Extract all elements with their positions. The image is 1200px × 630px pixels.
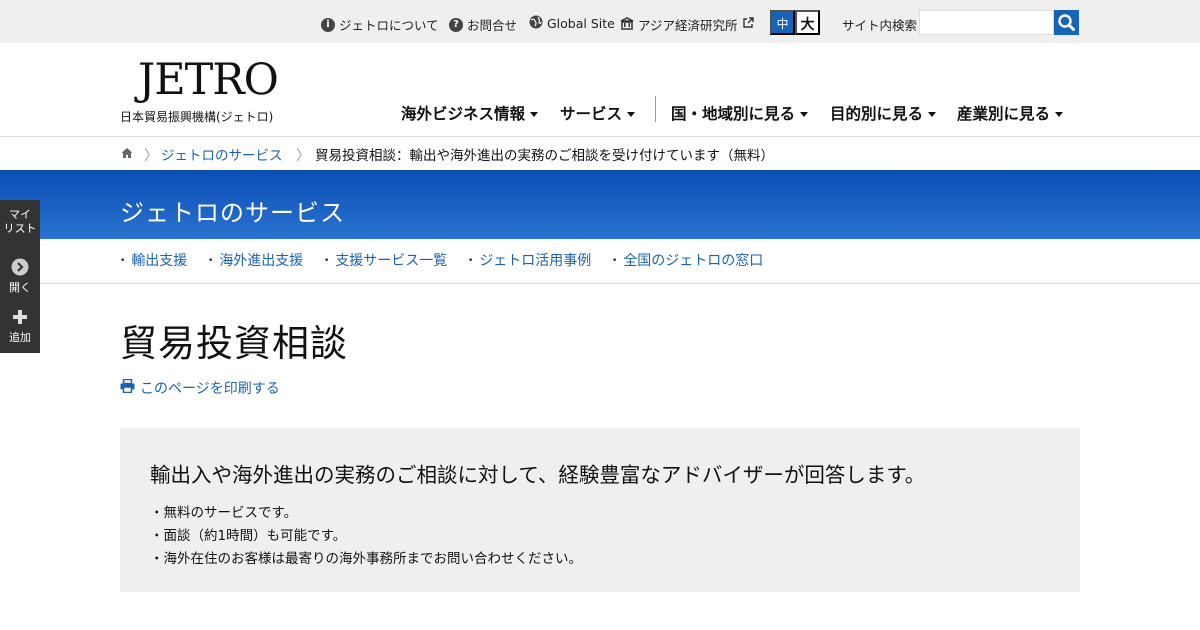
subnav-overseas-expansion[interactable]: 海外進出支援 [208,250,303,270]
building-icon [620,16,634,33]
caret-down-icon [530,112,539,117]
utility-bar: i ジェトロについて ? お問合せ Global Site アジア経済研究所 中… [0,0,1200,43]
nav-label: 国・地域別に見る [671,105,796,123]
search-icon [1054,14,1079,38]
caret-down-icon [800,112,809,117]
about-label: ジェトロについて [339,18,439,33]
ide-link[interactable]: アジア経済研究所 [620,15,754,34]
breadcrumb: 〉 ジェトロのサービス 〉 貿易投資相談：輸出や海外進出の実務のご相談を受け付け… [0,137,1200,170]
section-banner: ジェトロのサービス [0,170,1200,239]
question-icon: ? [449,17,463,32]
banner-title: ジェトロのサービス [120,199,345,227]
globe-icon [529,15,543,32]
subnav-offices[interactable]: 全国のジェトロの窓口 [612,250,763,270]
breadcrumb-services-link[interactable]: ジェトロのサービス [161,144,283,164]
chevron-right-icon: 〉 [296,148,310,164]
printer-icon [120,378,135,397]
global-site-label: Global Site [547,16,615,31]
jetro-logo[interactable]: JETRO [138,59,279,102]
nav-by-country[interactable]: 国・地域別に見る [671,102,809,124]
site-header: JETRO 日本貿易振興機構(ジェトロ) 海外ビジネス情報 サービス 国・地域別… [0,43,1200,137]
nav-label: サービス [560,105,623,123]
info-lead: 輸出入や海外進出の実務のご相談に対して、経験豊富なアドバイザーが回答します。 [150,463,926,487]
nav-divider [655,96,656,122]
plus-icon [11,310,29,329]
ide-label: アジア経済研究所 [638,18,738,33]
nav-by-industry[interactable]: 産業別に見る [957,102,1064,124]
breadcrumb-current: 貿易投資相談：輸出や海外進出の実務のご相談を受け付けています（無料） [315,148,774,164]
subnav-case-studies[interactable]: ジェトロ活用事例 [468,250,591,270]
global-site-link[interactable]: Global Site [529,15,615,32]
info-list: 無料のサービスです。 面談（約1時間）も可能です。 海外在住のお客様は最寄りの海… [150,502,583,571]
mylist-widget: マイ リスト 開く 追加 [0,200,40,353]
search-button[interactable] [1054,10,1079,35]
mylist-add-label: 追加 [9,331,31,344]
search-input[interactable] [919,10,1054,35]
list-item: 面談（約1時間）も可能です。 [150,525,582,548]
list-item: 無料のサービスです。 [150,502,582,525]
info-box: 輸出入や海外進出の実務のご相談に対して、経験豊富なアドバイザーが回答します。 無… [120,428,1080,592]
font-size-medium-button[interactable]: 中 [770,10,795,35]
home-icon [121,147,133,163]
print-label: このページを印刷する [140,381,280,397]
mylist-label-line: マイ [9,208,31,221]
chevron-right-icon: 〉 [144,148,158,164]
sub-nav: 輸出支援 海外進出支援 支援サービス一覧 ジェトロ活用事例 全国のジェトロの窓口 [0,239,1200,284]
nav-by-purpose[interactable]: 目的別に見る [830,102,937,124]
mylist-add-button[interactable]: 追加 [0,308,40,345]
caret-down-icon [627,112,636,117]
list-item: 海外在住のお客様は最寄りの海外事務所までお問い合わせください。 [150,548,583,571]
about-link[interactable]: i ジェトロについて [321,15,439,34]
nav-overseas-business[interactable]: 海外ビジネス情報 [401,102,539,124]
subnav-service-list[interactable]: 支援サービス一覧 [324,250,447,270]
chevron-circle-right-icon [11,258,29,279]
mylist-open-label: 開く [9,281,31,294]
external-link-icon [742,17,754,32]
nav-label: 海外ビジネス情報 [401,105,526,123]
search-label: サイト内検索 [842,18,918,33]
logo-subtitle: 日本貿易振興機構(ジェトロ) [120,110,274,124]
subnav-export-support[interactable]: 輸出支援 [120,250,187,270]
nav-label: 産業別に見る [957,105,1051,123]
info-icon: i [321,17,335,32]
page-title: 貿易投資相談 [120,322,348,365]
nav-label: 目的別に見る [830,105,924,123]
contact-link[interactable]: ? お問合せ [449,15,517,34]
nav-services[interactable]: サービス [560,102,636,124]
mylist-label-line: リスト [3,222,37,235]
font-size-large-button[interactable]: 大 [795,10,820,35]
mylist-label: マイ リスト [0,208,40,236]
print-link[interactable]: このページを印刷する [120,378,280,398]
home-link[interactable] [121,147,133,163]
contact-label: お問合せ [467,18,518,33]
caret-down-icon [1055,112,1064,117]
caret-down-icon [928,112,937,117]
mylist-open-button[interactable]: 開く [0,258,40,295]
